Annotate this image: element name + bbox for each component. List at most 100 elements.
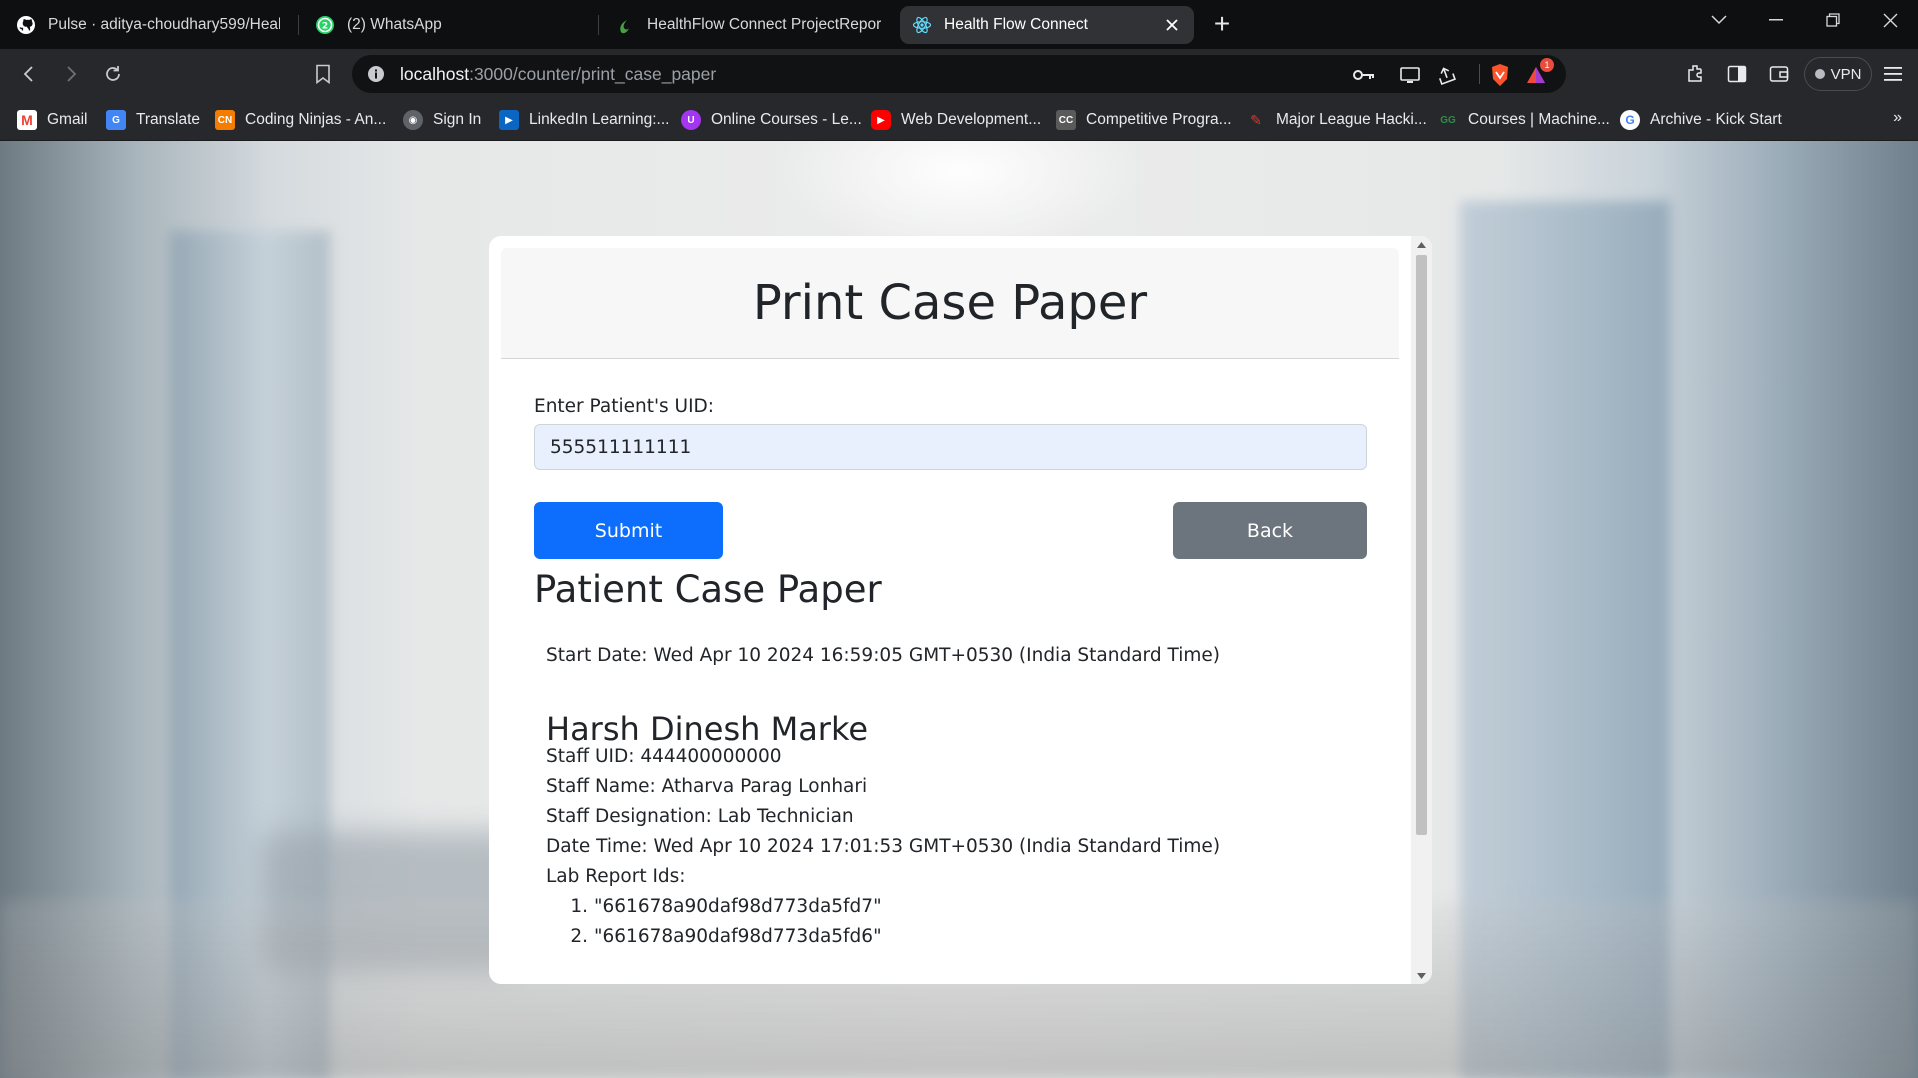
svg-text:2: 2 (322, 22, 328, 32)
back-arrow-icon[interactable] (14, 59, 44, 89)
card-scrollbar[interactable] (1411, 236, 1432, 984)
bookmark-label: Gmail (47, 111, 88, 128)
vpn-status-icon (1814, 69, 1825, 79)
tab-github-pulse[interactable]: Pulse · aditya-choudhary599/HealthF (4, 6, 292, 44)
browser-toolbar: localhost:3000/counter/print_case_paper … (0, 49, 1918, 99)
tab-separator (298, 15, 299, 35)
new-tab-button[interactable]: + (1208, 10, 1236, 39)
close-tab-icon[interactable] (1162, 15, 1182, 35)
geeksforgeeks-icon: GG (1440, 114, 1456, 126)
lab-report-item: 1. "661678a90daf98d773da5fd7" (566, 896, 882, 917)
url-host: localhost (400, 64, 470, 84)
bookmark-label: Competitive Progra... (1086, 111, 1232, 128)
linkedin-learning-icon: ▶ (499, 110, 519, 130)
submit-button[interactable]: Submit (534, 502, 723, 559)
patient-uid-input[interactable] (534, 424, 1367, 470)
scroll-up-arrow-icon[interactable] (1411, 236, 1432, 253)
extensions-icon[interactable] (1680, 59, 1710, 89)
bookmark-coding-ninjas[interactable]: CN Coding Ninjas - An... (215, 109, 386, 131)
bookmark-label: Translate (136, 111, 201, 128)
bookmark-kick-start[interactable]: G Archive - Kick Start (1620, 109, 1782, 131)
mlh-icon: ✎ (1250, 111, 1262, 128)
bookmark-label: Sign In (433, 111, 482, 128)
tab-title: HealthFlow Connect ProjectReport - (647, 16, 881, 33)
lab-report-label: Lab Report Ids: (546, 866, 686, 887)
restore-icon[interactable] (1810, 4, 1856, 36)
bookmark-gmail[interactable]: M Gmail (17, 109, 87, 131)
sidebar-icon[interactable] (1722, 59, 1752, 89)
scrollbar-thumb[interactable] (1416, 255, 1427, 835)
tab-whatsapp[interactable]: 2 (2) WhatsApp (303, 6, 593, 44)
github-icon (16, 15, 36, 35)
close-window-icon[interactable] (1867, 4, 1913, 36)
list-number: 2. (570, 926, 588, 947)
bookmark-udemy[interactable]: U Online Courses - Le... (681, 109, 862, 131)
tab-project-report[interactable]: HealthFlow Connect ProjectReport - (603, 6, 893, 44)
bookmark-linkedin-learning[interactable]: ▶ LinkedIn Learning:... (499, 109, 669, 131)
bookmark-sign-in[interactable]: ◉ Sign In (403, 109, 481, 131)
youtube-icon: ▶ (871, 110, 891, 130)
url-path: :3000/counter/print_case_paper (469, 64, 717, 84)
tab-title: Health Flow Connect (944, 16, 1088, 33)
url-text[interactable]: localhost:3000/counter/print_case_paper (400, 64, 716, 85)
vpn-button[interactable]: VPN (1804, 57, 1872, 91)
brave-shield-icon[interactable] (1488, 63, 1512, 87)
google-translate-icon: G (106, 110, 126, 130)
site-info-icon[interactable] (366, 64, 386, 84)
page-viewport: Print Case Paper Enter Patient's UID: Su… (0, 141, 1918, 1078)
bookmarks-bar: M Gmail G Translate CN Coding Ninjas - A… (0, 99, 1918, 141)
bookmark-geeksforgeeks[interactable]: GG Courses | Machine... (1438, 109, 1610, 131)
bookmark-web-development[interactable]: ▶ Web Development... (871, 109, 1041, 131)
bookmark-label: Major League Hacki... (1276, 111, 1427, 128)
overleaf-icon (615, 15, 635, 35)
bookmark-label: Web Development... (901, 111, 1042, 128)
bookmark-label: Archive - Kick Start (1650, 111, 1782, 128)
print-case-paper-card: Print Case Paper Enter Patient's UID: Su… (489, 236, 1432, 984)
bookmark-mlh[interactable]: ✎ Major League Hacki... (1246, 109, 1427, 131)
whatsapp-icon: 2 (315, 15, 335, 35)
tab-strip: Pulse · aditya-choudhary599/HealthF 2 (2… (0, 0, 1918, 49)
bookmark-competitive-programming[interactable]: CC Competitive Progra... (1056, 109, 1232, 131)
bookmark-label: Online Courses - Le... (711, 111, 862, 128)
address-bar[interactable]: localhost:3000/counter/print_case_paper … (352, 55, 1566, 93)
codechef-icon: CC (1056, 110, 1076, 130)
start-date: Start Date: Wed Apr 10 2024 16:59:05 GMT… (546, 645, 1220, 666)
card-header: Print Case Paper (501, 248, 1399, 359)
tab-title: Pulse · aditya-choudhary599/HealthF (48, 16, 280, 33)
toolbar-divider (1479, 64, 1480, 84)
minimize-icon[interactable] (1753, 4, 1799, 36)
tab-search-chevron-icon[interactable] (1696, 4, 1742, 36)
key-icon[interactable] (1352, 63, 1376, 87)
staff-designation: Staff Designation: Lab Technician (546, 806, 854, 827)
rewards-badge: 1 (1540, 58, 1554, 72)
udemy-icon: U (681, 110, 701, 130)
tab-health-flow-connect[interactable]: Health Flow Connect (900, 6, 1194, 44)
scroll-down-arrow-icon[interactable] (1411, 967, 1432, 984)
staff-name: Staff Name: Atharva Parag Lonhari (546, 776, 868, 797)
tab-title: (2) WhatsApp (347, 16, 442, 33)
vpn-label: VPN (1830, 65, 1862, 83)
bookmarks-overflow-button[interactable]: » (1893, 109, 1902, 127)
patient-name: Harsh Dinesh Marke (546, 710, 869, 748)
bookmark-icon[interactable] (308, 59, 338, 89)
react-icon (912, 15, 932, 35)
share-icon[interactable] (1434, 63, 1458, 87)
cast-icon[interactable] (1398, 63, 1422, 87)
menu-icon[interactable] (1878, 59, 1908, 89)
bookmark-label: Coding Ninjas - An... (245, 111, 387, 128)
list-number: 1. (570, 896, 588, 917)
page-title: Print Case Paper (752, 275, 1148, 331)
bookmark-translate[interactable]: G Translate (106, 109, 200, 131)
google-icon: G (1620, 110, 1640, 130)
lab-report-id: "661678a90daf98d773da5fd6" (594, 926, 882, 947)
lab-report-id: "661678a90daf98d773da5fd7" (594, 896, 882, 917)
staff-uid: Staff UID: 444400000000 (546, 746, 782, 767)
back-button[interactable]: Back (1173, 502, 1367, 559)
wallet-icon[interactable] (1764, 59, 1794, 89)
case-paper-heading: Patient Case Paper (534, 568, 882, 611)
tab-separator (598, 15, 599, 35)
forward-arrow-icon[interactable] (56, 59, 86, 89)
lab-report-item: 2. "661678a90daf98d773da5fd6" (566, 926, 882, 947)
uid-label: Enter Patient's UID: (534, 396, 715, 417)
reload-icon[interactable] (98, 59, 128, 89)
